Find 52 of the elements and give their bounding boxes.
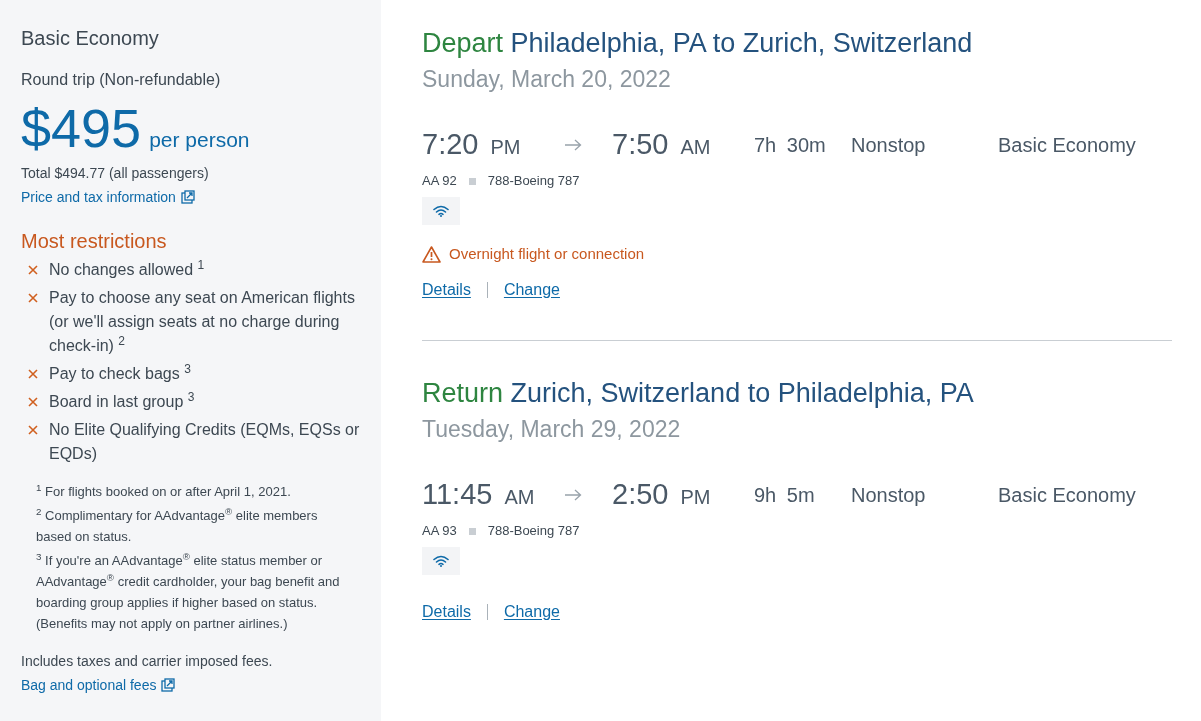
departure-time: 11:45 AM [422, 476, 535, 512]
price-unit: per person [149, 127, 250, 153]
flight-link[interactable]: Details [422, 600, 471, 624]
flight-duration: 7h 30m [754, 134, 826, 156]
bullet-icon [468, 177, 476, 185]
flight-link[interactable]: Details [422, 278, 471, 302]
stops-text: Nonstop [851, 134, 926, 156]
fees-note: Includes taxes and carrier imposed fees. [21, 652, 274, 670]
flight-number: AA 92 [422, 172, 457, 191]
arrival-time: 2:50 PM [612, 476, 711, 512]
flight-date: Sunday, March 20, 2022 [422, 65, 672, 93]
fare-price: $495 [21, 100, 142, 156]
price-info-link[interactable]: Price and tax information [21, 188, 195, 206]
flight-heading: Depart Philadelphia, PA to Zurich, Switzerland [422, 27, 974, 59]
flight-link[interactable]: Change [503, 600, 560, 624]
restriction-text: No changes allowed $^{1}$ [49, 258, 206, 280]
restriction-text: Board in last group $^{3}$ [49, 390, 196, 412]
arrow-right-icon [565, 489, 582, 501]
restriction-text: No Elite Qualifying Credits (EQMs, EQSs or EQDs) [49, 420, 361, 464]
cross-icon [28, 397, 38, 407]
flight-heading: Return Zurich, Switzerland to Philadelphia, PA [422, 377, 975, 409]
cabin-class: Basic Economy [998, 134, 1136, 156]
restriction-text: Pay to check bags $^{3}$ [49, 362, 192, 384]
flight-duration: 9h 5m [754, 484, 815, 506]
footnote-text: $^{1}$ For flights booked on or after April 1, 2021. [36, 481, 292, 501]
footnote-text: $^{2}$ Complimentary for AAdvantage$^{®}$ elite members based on status. [36, 505, 319, 546]
fees-link[interactable]: Bag and optional fees [21, 676, 176, 694]
aircraft-type: 788-Boeing 787 [487, 172, 580, 191]
arrow-right-icon [565, 139, 582, 151]
cross-icon [28, 293, 38, 303]
restriction-text: Pay to choose any seat on American flights (or we'll assign seats at no charge during check-in) $^{2}$ [49, 288, 356, 356]
cross-icon [28, 369, 38, 379]
fare-title: Basic Economy [21, 26, 160, 51]
footnote-text: $^{3}$ If you're an AAdvantage$^{®}$ elite status member or AAdvantage$^{®}$ credit cardholder, your bag benefit and boarding group applies if higher based on status. (Benefits may not apply on partner airlines.) [36, 550, 341, 633]
trip-type: Round trip (Non-refundable) [21, 70, 222, 90]
cross-icon [28, 265, 38, 275]
flight-date: Tuesday, March 29, 2022 [422, 415, 682, 443]
cross-icon [28, 425, 38, 435]
bullet-icon [468, 527, 476, 535]
warning-icon [422, 245, 441, 263]
aircraft-type: 788-Boeing 787 [487, 522, 580, 541]
total-price: Total $494.77 (all passengers) [21, 164, 210, 182]
external-link-icon [180, 190, 195, 204]
arrival-time: 7:50 AM [612, 126, 711, 162]
departure-time: 7:20 PM [422, 126, 521, 162]
warning-text: Overnight flight or connection [449, 243, 645, 264]
stops-text: Nonstop [851, 484, 926, 506]
external-link-icon [161, 678, 176, 692]
flight-number: AA 93 [422, 522, 457, 541]
cabin-class: Basic Economy [998, 484, 1136, 506]
restrictions-title: Most restrictions [21, 229, 168, 254]
flight-link[interactable]: Change [503, 278, 560, 302]
